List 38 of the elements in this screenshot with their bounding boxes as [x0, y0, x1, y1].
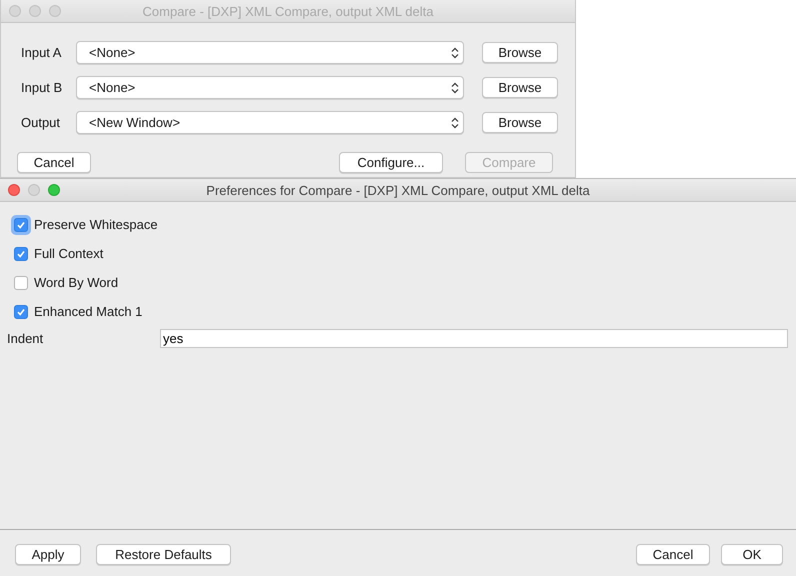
dropdown[interactable]: <None> [76, 41, 464, 64]
checkbox-label: Word By Word [34, 275, 118, 290]
field-label: Input B [21, 80, 64, 95]
checkbox[interactable] [14, 304, 28, 318]
field-label: Input A [21, 45, 62, 60]
dialog-button[interactable]: Cancel [17, 152, 91, 173]
checkbox[interactable] [14, 246, 28, 260]
window-control-icon[interactable] [29, 5, 41, 17]
dialog-button[interactable]: OK [721, 544, 783, 565]
checkbox[interactable] [14, 276, 28, 290]
checkbox-label: Full Context [34, 246, 104, 261]
check-icon [16, 248, 26, 258]
window-control-icon[interactable] [9, 5, 21, 17]
check-icon [16, 306, 26, 316]
dropdown[interactable]: <None> [76, 76, 464, 99]
check-icon [16, 220, 26, 230]
dialog-button[interactable]: Cancel [636, 544, 710, 565]
window-control-icon[interactable] [49, 5, 61, 17]
checkbox-label: Enhanced Match 1 [34, 304, 142, 319]
dropdown[interactable]: <New Window> [76, 111, 464, 134]
minimize-icon[interactable] [28, 184, 40, 196]
window-title: Compare - [DXP] XML Compare, output XML delta [142, 4, 434, 18]
indent-field[interactable]: yes [160, 329, 788, 348]
browse-button[interactable]: Browse [482, 112, 558, 133]
close-icon[interactable] [8, 184, 20, 196]
up-down-arrows-icon [451, 46, 459, 58]
dialog-button[interactable]: Apply [15, 544, 81, 565]
window-title: Preferences for Compare - [DXP] XML Compare, output XML delta [206, 182, 590, 198]
field-label: Output [21, 115, 62, 130]
dialog-button[interactable]: Configure... [339, 152, 443, 173]
up-down-arrows-icon [451, 116, 459, 128]
dialog-button[interactable]: Restore Defaults [96, 544, 231, 565]
zoom-icon[interactable] [48, 184, 60, 196]
field-label: Indent [7, 331, 44, 346]
browse-button[interactable]: Browse [482, 42, 558, 63]
browse-button[interactable]: Browse [482, 77, 558, 98]
up-down-arrows-icon [451, 82, 459, 94]
checkbox-label: Preserve Whitespace [34, 217, 158, 232]
